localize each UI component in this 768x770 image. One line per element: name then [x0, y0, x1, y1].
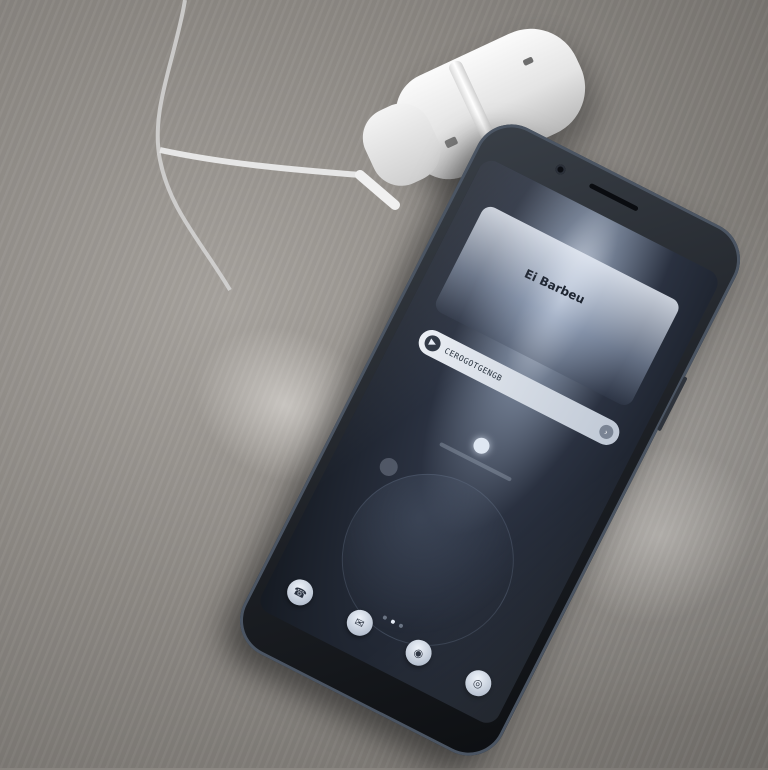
play-icon: ▶ [421, 332, 444, 355]
widget-icon[interactable] [470, 434, 493, 457]
message-icon[interactable]: ✉ [342, 605, 377, 641]
camera-icon[interactable]: ◉ [401, 635, 437, 671]
earpiece-speaker [588, 182, 639, 212]
browser-icon[interactable]: ◎ [460, 665, 496, 701]
front-camera-icon [553, 162, 568, 177]
blurred-dot [376, 454, 401, 480]
status-right [700, 276, 707, 290]
status-left [488, 168, 495, 182]
photo-scene: Ei Barbeu ▶ CEROGOTGENGB › ☎ ✉ ◉ ◎ [0, 0, 768, 769]
phone-icon[interactable]: ☎ [282, 574, 318, 610]
wallpaper-card [432, 203, 683, 409]
chevron-icon[interactable]: › [596, 422, 616, 442]
